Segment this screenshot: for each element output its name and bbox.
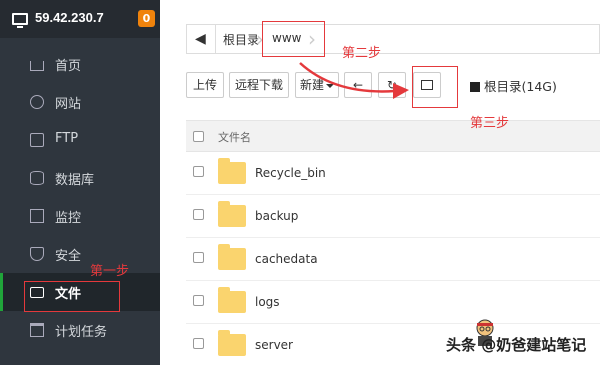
database-icon bbox=[30, 171, 44, 185]
sidebar-item-monitor[interactable]: 监控 bbox=[0, 197, 160, 235]
annotation-box-step3 bbox=[412, 66, 458, 108]
server-header: 59.42.230.7 0 bbox=[0, 0, 160, 38]
row-checkbox[interactable] bbox=[193, 295, 204, 306]
disk-icon bbox=[470, 82, 480, 92]
notification-badge[interactable]: 0 bbox=[138, 10, 155, 27]
calendar-icon bbox=[30, 323, 44, 337]
folder-icon bbox=[218, 287, 246, 313]
file-name[interactable]: logs bbox=[255, 295, 280, 309]
table-row[interactable] bbox=[186, 238, 600, 281]
divider bbox=[215, 25, 216, 53]
sidebar-item-label: FTP bbox=[55, 131, 79, 146]
sidebar-item-label: 网站 bbox=[55, 97, 82, 112]
table-row[interactable] bbox=[186, 281, 600, 324]
ftp-icon bbox=[30, 133, 44, 147]
table-row[interactable] bbox=[186, 195, 600, 238]
disk-info[interactable]: 根目录(14G) bbox=[470, 76, 557, 95]
watermark: 头条 @奶爸建站笔记 bbox=[446, 336, 587, 354]
folder-icon bbox=[218, 158, 246, 184]
annotation-box-step1 bbox=[24, 281, 120, 312]
monitor-icon bbox=[30, 209, 44, 223]
folder-icon bbox=[218, 201, 246, 227]
sidebar-item-label: 首页 bbox=[55, 59, 82, 74]
sidebar-item-home[interactable]: 首页 bbox=[0, 45, 160, 83]
file-name[interactable]: server bbox=[255, 338, 293, 352]
sidebar-item-label: 安全 bbox=[55, 249, 82, 264]
file-name[interactable]: backup bbox=[255, 209, 298, 223]
back-arrow-icon[interactable]: ◀ bbox=[195, 30, 209, 48]
row-checkbox[interactable] bbox=[193, 338, 204, 349]
annotation-box-step2 bbox=[262, 21, 325, 57]
home-icon bbox=[30, 61, 44, 71]
sidebar-item-cron[interactable]: 计划任务 bbox=[0, 311, 160, 349]
disk-label: 根目录(14G) bbox=[484, 79, 557, 94]
folder-icon bbox=[218, 330, 246, 356]
annotation-step3: 第三步 bbox=[470, 116, 510, 131]
column-header-name[interactable]: 文件名 bbox=[218, 129, 251, 145]
annotation-arrow-icon bbox=[299, 62, 409, 99]
file-name[interactable]: Recycle_bin bbox=[255, 166, 326, 180]
sidebar-item-label: 监控 bbox=[55, 211, 82, 226]
upload-button[interactable]: 上传 bbox=[186, 72, 224, 98]
globe-icon bbox=[30, 95, 44, 109]
row-checkbox[interactable] bbox=[193, 166, 204, 177]
table-row[interactable] bbox=[186, 152, 600, 195]
shield-icon bbox=[30, 247, 44, 261]
sidebar-item-label: 计划任务 bbox=[55, 325, 108, 340]
sidebar-item-security[interactable]: 安全 bbox=[0, 235, 160, 273]
sidebar-item-database[interactable]: 数据库 bbox=[0, 159, 160, 197]
file-name[interactable]: cachedata bbox=[255, 252, 318, 266]
row-checkbox[interactable] bbox=[193, 209, 204, 220]
row-checkbox[interactable] bbox=[193, 252, 204, 263]
select-all-checkbox[interactable] bbox=[193, 131, 204, 142]
sidebar-item-ftp[interactable]: FTP bbox=[0, 121, 160, 159]
breadcrumb-root[interactable]: 根目录 bbox=[223, 31, 259, 48]
annotation-step1: 第一步 bbox=[90, 264, 130, 279]
remote-download-button[interactable]: 远程下载 bbox=[229, 72, 289, 98]
sidebar-item-label: 数据库 bbox=[55, 173, 95, 188]
sidebar-item-website[interactable]: 网站 bbox=[0, 83, 160, 121]
server-ip: 59.42.230.7 bbox=[35, 10, 104, 25]
folder-icon bbox=[218, 244, 246, 270]
server-icon bbox=[12, 13, 28, 28]
